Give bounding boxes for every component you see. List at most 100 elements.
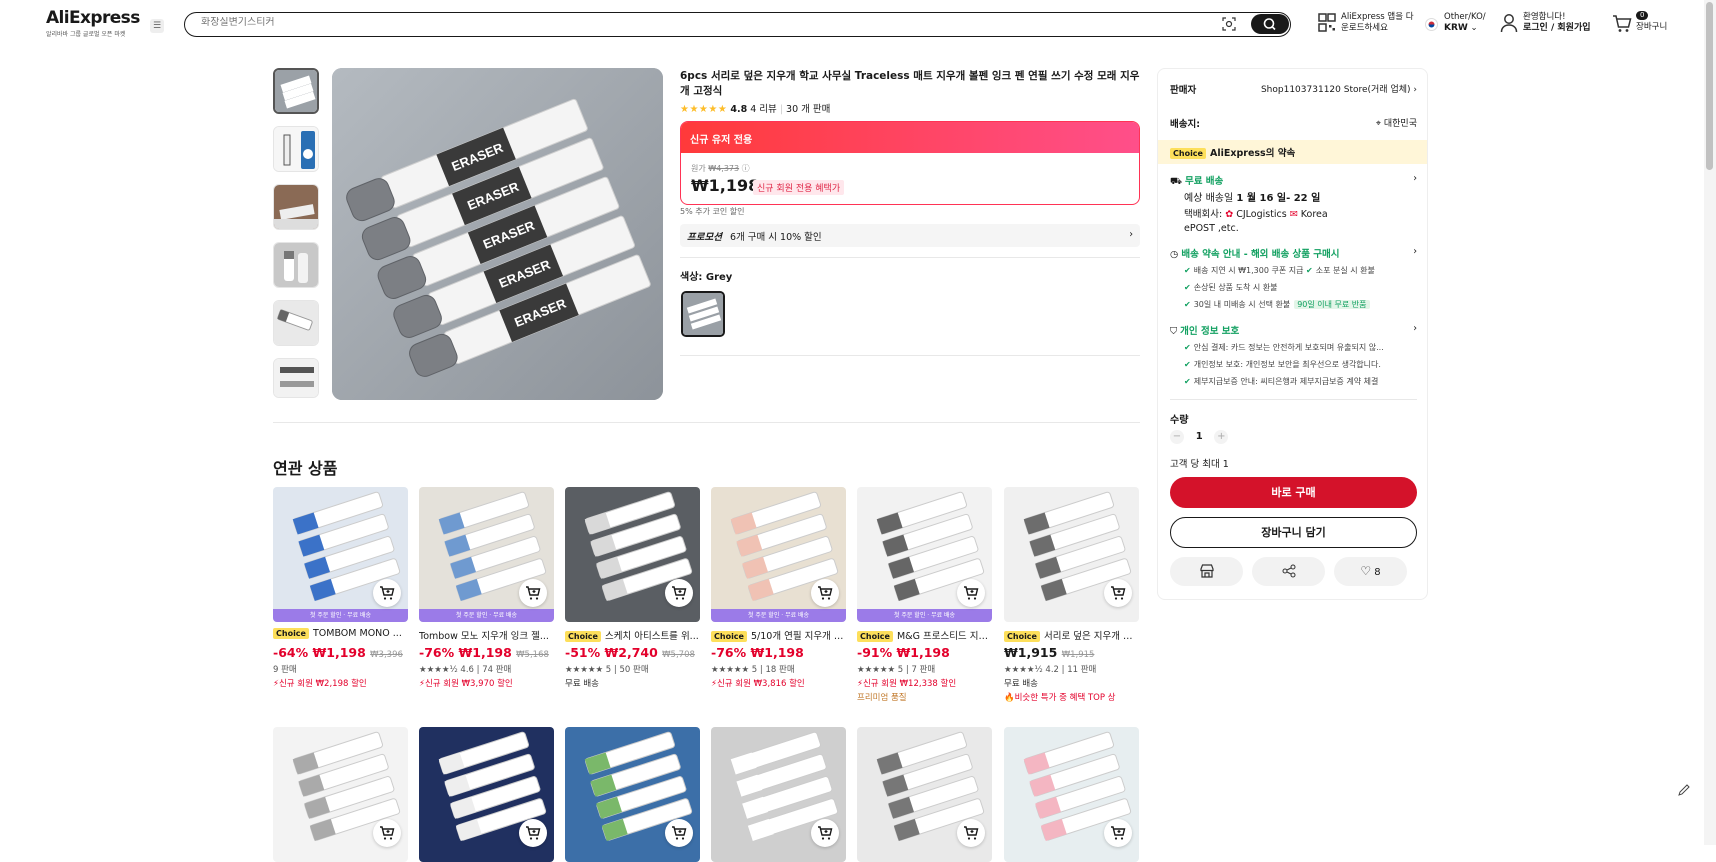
search-input[interactable] (201, 17, 1101, 28)
product-name[interactable]: TOMBOM MONO ... (313, 628, 402, 639)
product-card[interactable] (419, 727, 554, 862)
store-button[interactable] (1170, 557, 1243, 586)
product-card[interactable]: Choice 스케치 아티스트를 위... -51% ₩2,740 ₩5,708 ★★… (565, 487, 700, 689)
current-price: ₩1,198 (691, 176, 760, 195)
privacy-item: 제부지급보증 안내: 씨티은행과 제부지급보증 계약 체결 (1193, 377, 1379, 386)
image-search-icon[interactable] (1222, 17, 1236, 31)
product-name[interactable]: M&G 프로스티드 지우... (897, 631, 992, 642)
thumbnail[interactable] (273, 68, 319, 114)
choice-chip: Choice (1004, 631, 1040, 642)
product-name[interactable]: 스케치 아티스트를 위... (605, 631, 699, 642)
add-to-cart-icon-button[interactable] (373, 819, 401, 847)
privacy-row[interactable]: ⛉ 개인 정보 보호 › (1170, 323, 1417, 337)
product-card[interactable]: 첫 주문 할인 · 무료 배송 Choice 5/10개 연필 지우개 - ... -… (711, 487, 846, 689)
product-card[interactable]: 첫 주문 할인 · 무료 배송 Tombow 모노 지우개 잉크 젤... -76%… (419, 487, 554, 689)
wishlist-button[interactable]: ♡ 8 (1334, 557, 1407, 586)
add-to-cart-icon-button[interactable] (957, 579, 985, 607)
product-card[interactable] (273, 727, 408, 862)
delivery-promise-row[interactable]: ◷ 배송 약속 안내 - 해외 배송 상품 구매시 › (1170, 246, 1417, 260)
thumbnail[interactable] (273, 300, 319, 346)
rating-row[interactable]: ★★★★★ 4.8 4 리뷰 | 30 개 판매 (680, 101, 830, 115)
feedback-pencil-icon[interactable] (1677, 783, 1691, 797)
add-to-cart-icon-button[interactable] (1104, 579, 1132, 607)
minus-button[interactable]: − (1170, 430, 1184, 444)
product-card-image[interactable] (565, 487, 700, 622)
color-swatch-grey[interactable] (681, 291, 725, 337)
account-menu[interactable]: 환영합니다! 로그인 / 회원가입 (1523, 12, 1591, 34)
sold-count: 30 개 판매 (786, 104, 831, 115)
add-to-cart-icon-button[interactable] (1104, 819, 1132, 847)
product-card[interactable] (1004, 727, 1139, 862)
promotion-row[interactable]: 프로모션 6개 구매 시 10% 할인 › (680, 224, 1140, 247)
product-card-image[interactable]: 첫 주문 할인 · 무료 배송 (711, 487, 846, 622)
scrollbar-thumb[interactable] (1706, 2, 1713, 170)
aliexpress-logo[interactable]: AliExpress 알리바바 그룹 글로벌 오픈 마켓 (46, 9, 140, 38)
info-icon[interactable]: ⓘ (742, 164, 750, 173)
divider (273, 422, 1140, 423)
thumbnail[interactable] (273, 242, 319, 288)
product-name[interactable]: 5/10개 연필 지우개 - ... (751, 631, 846, 642)
app-download-link[interactable]: AliExpress 앱을 다 운로드하세요 (1341, 12, 1414, 34)
deal-text: 신규 회원 ₩3,816 할인 (716, 679, 805, 689)
locale-currency-selector[interactable]: Other/KO/KRW ⌄ (1444, 12, 1486, 34)
plus-button[interactable]: + (1214, 430, 1229, 444)
thumbnail[interactable] (273, 184, 319, 230)
product-card-image[interactable] (565, 727, 700, 862)
add-to-cart-icon-button[interactable] (519, 819, 547, 847)
product-name[interactable]: Tombow 모노 지우개 잉크 젤... (419, 631, 549, 642)
product-card[interactable]: Choice 서리로 덮은 지우개 흔... ₩1,915 ₩1,915 ★★★★½ … (1004, 487, 1139, 703)
first-order-band: 첫 주문 할인 · 무료 배송 (857, 609, 992, 622)
cart-plus-icon (380, 586, 395, 600)
product-card-image[interactable] (1004, 487, 1139, 622)
product-card[interactable] (565, 727, 700, 862)
product-card-image[interactable] (1004, 727, 1139, 862)
free-shipping-row[interactable]: ⛟ 무료 배송 › (1170, 173, 1417, 188)
add-to-cart-icon-button[interactable] (665, 819, 693, 847)
add-to-cart-icon-button[interactable] (665, 579, 693, 607)
product-card-image[interactable] (419, 727, 554, 862)
login-link[interactable]: 로그인 / 회원가입 (1523, 23, 1591, 33)
search-bar (184, 12, 1291, 37)
deal-text: 무료 배송 (1004, 679, 1038, 689)
currency-label: KRW (1444, 23, 1468, 33)
buy-now-button[interactable]: 바로 구매 (1170, 477, 1417, 508)
product-card-image[interactable]: 첫 주문 할인 · 무료 배송 (857, 487, 992, 622)
ship-to-selector[interactable]: ⌖ 대한민국 (1358, 116, 1417, 129)
add-to-cart-icon-button[interactable] (957, 819, 985, 847)
product-card-image[interactable]: 첫 주문 할인 · 무료 배송 (273, 487, 408, 622)
page-scrollbar[interactable] (1704, 0, 1716, 845)
add-to-cart-button[interactable]: 장바구니 담기 (1170, 517, 1417, 548)
cart-label[interactable]: 장바구니 (1636, 22, 1667, 33)
product-card-image[interactable] (273, 727, 408, 862)
chevron-right-icon: › (1413, 173, 1417, 184)
seller-link[interactable]: Shop1103731120 Store(거래 업체) › (1252, 82, 1417, 95)
user-icon[interactable] (1500, 13, 1518, 33)
divider (680, 257, 1140, 258)
search-button[interactable] (1251, 14, 1289, 34)
free-shipping-label: 무료 배송 (1184, 176, 1224, 187)
product-card-image[interactable]: 첫 주문 할인 · 무료 배송 (419, 487, 554, 622)
product-name[interactable]: 서리로 덮은 지우개 흔... (1044, 631, 1139, 642)
main-product-image[interactable]: ERASER ERASER ERASER ERASER ERASER (332, 68, 663, 400)
menu-icon[interactable]: ☰ (150, 19, 164, 33)
product-card-image[interactable] (857, 727, 992, 862)
quantity-value[interactable]: 1 (1187, 431, 1211, 442)
add-to-cart-icon-button[interactable] (811, 579, 839, 607)
thumbnail[interactable] (273, 126, 319, 172)
product-card-image[interactable] (711, 727, 846, 862)
add-to-cart-icon-button[interactable] (811, 819, 839, 847)
product-card[interactable] (711, 727, 846, 862)
carrier-info: 택배회사: ✿ CJLogistics ✉ Korea ePOST ,etc. (1184, 208, 1394, 236)
product-card[interactable]: 첫 주문 할인 · 무료 배송 Choice M&G 프로스티드 지우... -91%… (857, 487, 992, 703)
review-count[interactable]: 4 리뷰 (750, 104, 777, 115)
add-to-cart-icon-button[interactable] (373, 579, 401, 607)
product-card[interactable]: 첫 주문 할인 · 무료 배송 Choice TOMBOM MONO ... -64%… (273, 487, 408, 689)
share-button[interactable] (1252, 557, 1325, 586)
cart-icon[interactable] (1612, 15, 1632, 33)
qr-code-icon[interactable] (1318, 13, 1336, 33)
add-to-cart-icon-button[interactable] (519, 579, 547, 607)
product-card[interactable] (857, 727, 992, 862)
korea-flag-icon (1425, 18, 1438, 31)
thumbnail[interactable] (273, 358, 319, 398)
original-price: ₩1,915 (1061, 650, 1095, 660)
